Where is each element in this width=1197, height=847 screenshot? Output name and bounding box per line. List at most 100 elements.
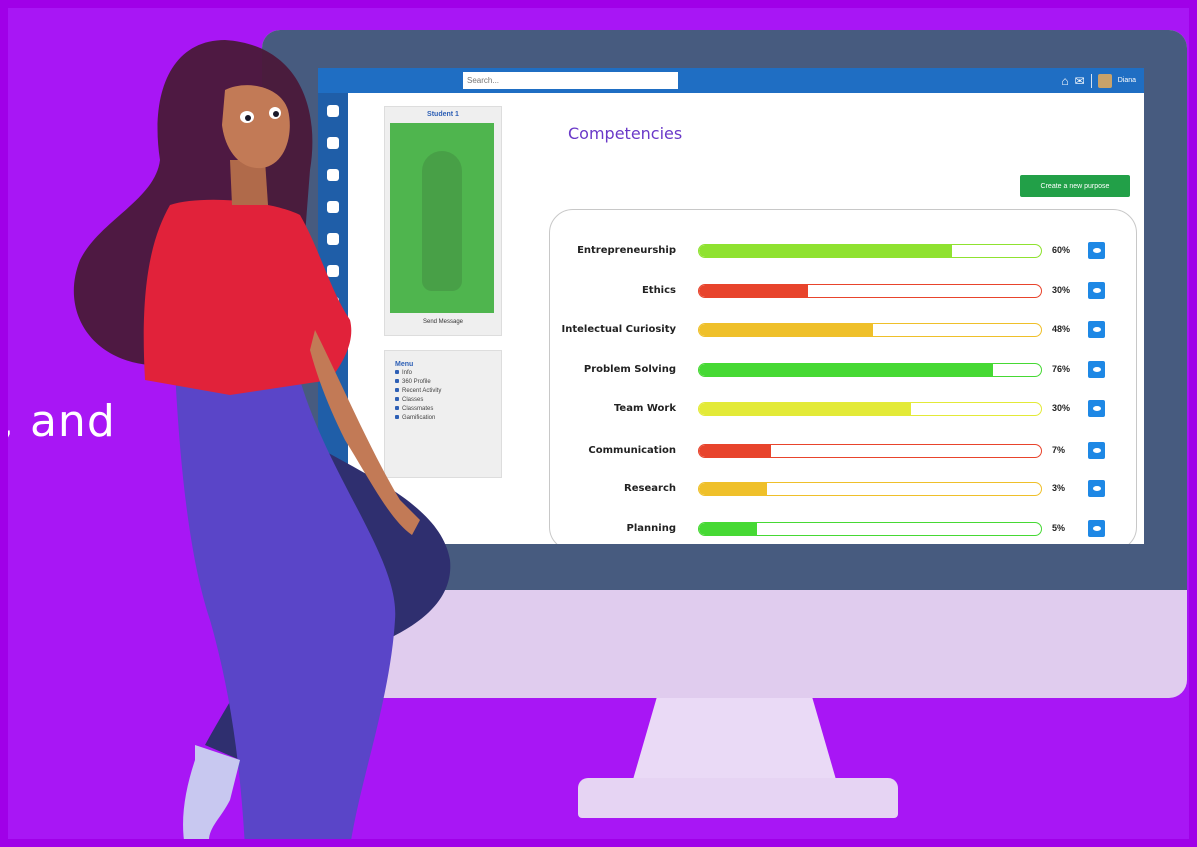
view-button[interactable]	[1088, 321, 1105, 338]
pupil-left	[245, 115, 251, 121]
mail-icon[interactable]: ✉	[1075, 74, 1085, 88]
student-silhouette-icon	[422, 151, 462, 291]
inbox-icon[interactable]	[327, 329, 339, 341]
competency-label: Planning	[626, 523, 676, 534]
view-button[interactable]	[1088, 242, 1105, 259]
competency-label: Entrepreneurship	[577, 245, 676, 256]
eye-icon	[1092, 526, 1101, 531]
competency-label: Research	[624, 483, 676, 494]
competency-label: Team Work	[613, 403, 676, 414]
progress-fill	[699, 445, 771, 457]
view-button[interactable]	[1088, 361, 1105, 378]
shuffle-icon[interactable]	[327, 137, 339, 149]
progress-bar	[698, 482, 1042, 496]
briefcase-icon[interactable]	[327, 169, 339, 181]
view-button[interactable]	[1088, 442, 1105, 459]
eye-icon	[1092, 288, 1101, 293]
profile-icon	[395, 379, 399, 383]
competency-row: Communication 7%	[550, 442, 1136, 464]
progress-fill	[699, 483, 768, 495]
competency-percent: 7%	[1052, 445, 1066, 455]
view-button[interactable]	[1088, 282, 1105, 299]
competency-row: Problem Solving 76%	[550, 361, 1136, 383]
progress-fill	[699, 324, 874, 336]
send-message-link[interactable]: Send Message	[385, 319, 501, 325]
profile-card: Student 1 Send Message	[384, 106, 502, 336]
competency-row: Planning 5%	[550, 520, 1136, 542]
view-button[interactable]	[1088, 400, 1105, 417]
eye-icon	[1092, 448, 1101, 453]
eye-icon	[1092, 367, 1101, 372]
eye-icon	[1092, 248, 1101, 253]
clock-icon[interactable]	[327, 265, 339, 277]
view-button[interactable]	[1088, 480, 1105, 497]
progress-bar	[698, 323, 1042, 337]
classmates-icon	[395, 406, 399, 410]
progress-bar	[698, 402, 1042, 416]
page-title: Competencies	[568, 124, 683, 143]
side-nav	[318, 93, 348, 544]
calendar-icon[interactable]	[327, 297, 339, 309]
menu-card: Menu Info 360 Profile Recent Activity Cl…	[384, 350, 502, 478]
competencies-panel: Entrepreneurship 60% Ethics 30% Intelect…	[549, 209, 1137, 544]
competency-row: Research 3%	[550, 480, 1136, 502]
competency-percent: 30%	[1052, 403, 1071, 413]
home-icon[interactable]: ⌂	[1061, 74, 1068, 88]
eye-left-icon	[240, 111, 254, 123]
search-input[interactable]	[463, 72, 678, 89]
top-bar-icons: ⌂ ✉ Diana	[1061, 70, 1136, 91]
info-icon	[395, 370, 399, 374]
competency-row: Team Work 30%	[550, 400, 1136, 422]
progress-bar	[698, 522, 1042, 536]
progress-bar	[698, 284, 1042, 298]
menu-item-classes[interactable]: Classes	[395, 397, 501, 403]
monitor-foot	[578, 778, 898, 818]
user-icon[interactable]	[327, 105, 339, 117]
progress-fill	[699, 523, 758, 535]
progress-fill	[699, 364, 994, 376]
competency-percent: 76%	[1052, 364, 1071, 374]
eye-icon	[1092, 486, 1101, 491]
profile-image	[390, 123, 494, 313]
progress-bar	[698, 363, 1042, 377]
menu-item-classmates[interactable]: Classmates	[395, 406, 501, 412]
progress-fill	[699, 403, 912, 415]
competency-label: Intelectual Curiosity	[561, 324, 676, 335]
dashboard-icon[interactable]	[327, 201, 339, 213]
competency-label: Problem Solving	[583, 364, 676, 375]
create-purpose-button[interactable]: Create a new purpose	[1020, 175, 1130, 197]
divider	[1090, 73, 1092, 88]
competency-row: Ethics 30%	[550, 282, 1136, 304]
competency-row: Intelectual Curiosity 48%	[550, 321, 1136, 343]
profile-title: Student 1	[427, 111, 459, 118]
top-bar: ⌂ ✉ Diana	[318, 68, 1144, 93]
classes-icon	[395, 397, 399, 401]
progress-fill	[699, 285, 809, 297]
avatar[interactable]	[1097, 73, 1112, 88]
competency-row: Entrepreneurship 60%	[550, 242, 1136, 264]
view-button[interactable]	[1088, 520, 1105, 537]
app-screen: ⌂ ✉ Diana Student 1 Send Message Menu In…	[318, 68, 1144, 544]
competency-percent: 60%	[1052, 245, 1071, 255]
menu-item-gamification[interactable]: Gamification	[395, 415, 501, 421]
eye-icon	[1092, 406, 1101, 411]
menu-item-info[interactable]: Info	[395, 370, 501, 376]
overlay-caption: , and	[0, 396, 116, 447]
progress-fill	[699, 245, 953, 257]
competency-label: Ethics	[641, 285, 676, 296]
monitor-neck	[632, 698, 837, 783]
progress-bar	[698, 244, 1042, 258]
competency-percent: 5%	[1052, 523, 1066, 533]
menu-item-360-profile[interactable]: 360 Profile	[395, 379, 501, 385]
user-name[interactable]: Diana	[1118, 77, 1136, 84]
eye-icon	[1092, 327, 1101, 332]
competency-label: Communication	[588, 445, 676, 456]
history-icon	[395, 388, 399, 392]
shoe-shape	[183, 745, 240, 847]
menu-item-recent-activity[interactable]: Recent Activity	[395, 388, 501, 394]
competency-percent: 30%	[1052, 285, 1071, 295]
menu-title: Menu	[395, 361, 414, 368]
competency-percent: 3%	[1052, 483, 1066, 493]
trophy-icon	[395, 415, 399, 419]
document-icon[interactable]	[327, 233, 339, 245]
